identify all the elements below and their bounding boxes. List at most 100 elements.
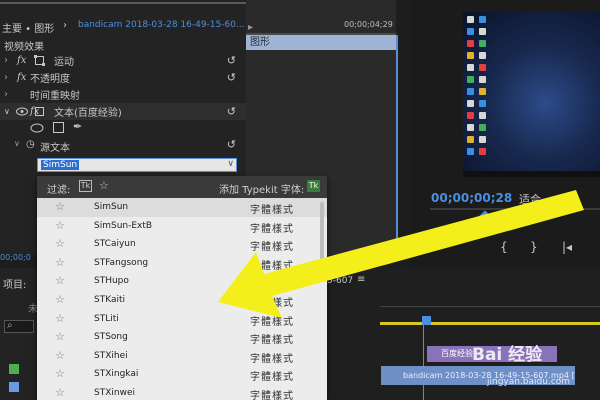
reset-icon[interactable]: ↺ xyxy=(227,54,236,67)
font-item[interactable]: ☆ STCaiyun 字體樣式 xyxy=(37,235,327,254)
star-icon[interactable]: ☆ xyxy=(55,386,65,399)
font-name: STCaiyun xyxy=(94,239,136,250)
reset-icon[interactable]: ↺ xyxy=(227,138,236,151)
font-item[interactable]: ☆ STSong 字體樣式 xyxy=(37,328,327,347)
font-sample: 字體樣式 xyxy=(250,205,294,216)
star-filter-icon[interactable]: ☆ xyxy=(99,179,109,192)
play-icon[interactable]: ▸ xyxy=(248,22,253,33)
font-item[interactable]: ☆ STFangsong 字體樣式 xyxy=(37,254,327,273)
work-area-bar[interactable] xyxy=(380,322,600,325)
font-name: STXihei xyxy=(94,350,128,361)
desktop-icon xyxy=(467,52,474,59)
star-icon[interactable]: ☆ xyxy=(55,330,65,343)
menu-icon[interactable]: ≡ xyxy=(357,274,365,285)
font-filter-bar: 过滤: Tk ☆ 添加 Typekit 字体: Tk xyxy=(37,176,327,198)
monitor-timecode[interactable]: 00;00;00;28 xyxy=(431,191,512,205)
pen-mask-icon[interactable]: ✒ xyxy=(73,120,82,133)
mark-in-icon[interactable]: { xyxy=(500,240,508,254)
font-sample: 字體樣式 xyxy=(250,260,294,272)
star-icon[interactable]: ☆ xyxy=(55,256,65,269)
star-icon[interactable]: ☆ xyxy=(55,293,65,306)
fx-icon[interactable]: fx xyxy=(17,55,26,66)
clip-label[interactable]: bandicam 2018-03-28 16-49-15-60... xyxy=(78,20,245,30)
desktop-icon xyxy=(479,88,486,95)
desktop-icon xyxy=(467,148,474,155)
desktop-icon xyxy=(479,40,486,47)
font-item[interactable]: ☆ STXinwei 字體樣式 xyxy=(37,384,327,400)
desktop-icon xyxy=(479,28,486,35)
scroll-indicator[interactable] xyxy=(396,35,398,260)
effect-row-opacity[interactable]: › fx 不透明度 ↺ xyxy=(0,69,246,86)
font-item[interactable]: ☆ STLiti 字體樣式 xyxy=(37,310,327,329)
star-icon[interactable]: ☆ xyxy=(55,219,65,232)
star-icon[interactable]: ☆ xyxy=(55,274,65,287)
monitor-scrubber[interactable] xyxy=(430,208,600,210)
timecode-end: 00;00;04;29 xyxy=(344,20,393,29)
reset-icon[interactable]: ↺ xyxy=(227,105,236,118)
font-value[interactable]: SimSun xyxy=(41,160,80,170)
fx-icon[interactable]: fx xyxy=(17,72,26,83)
playhead-handle[interactable] xyxy=(422,316,431,325)
desktop-icon xyxy=(479,52,486,59)
font-sample: 字體樣式 xyxy=(250,391,294,400)
chevron-right-icon[interactable]: › xyxy=(4,89,8,100)
effect-row-time-remap[interactable]: › 时间重映射 xyxy=(0,86,246,103)
add-typekit-label: 添加 Typekit 字体: xyxy=(219,185,305,196)
chevron-down-icon[interactable]: ∨ xyxy=(4,107,10,116)
effect-label: 文本(百度经验) xyxy=(54,108,122,119)
font-name: STXingkai xyxy=(94,369,139,380)
source-label[interactable]: 主要 • 图形 xyxy=(2,20,54,35)
step-back-icon[interactable]: |◂ xyxy=(562,240,572,254)
sequence-name[interactable]: 5-607 xyxy=(327,276,353,286)
font-list-scrollbar[interactable] xyxy=(320,202,324,262)
baidu-watermark-url: jingyan.baidu.com xyxy=(487,377,571,387)
baidu-watermark: Bai 经验 xyxy=(472,345,543,365)
desktop-icon xyxy=(479,16,486,23)
chevron-down-icon[interactable]: ∨ xyxy=(14,139,20,148)
font-sample: 字體樣式 xyxy=(250,298,294,309)
desktop-icon xyxy=(479,100,486,107)
rectangle-mask-icon[interactable] xyxy=(53,122,64,133)
star-icon[interactable]: ☆ xyxy=(55,349,65,362)
fit-dropdown[interactable]: 适合 xyxy=(519,191,541,207)
label-color-swatch xyxy=(9,364,19,374)
chevron-down-icon[interactable]: ∨ xyxy=(227,159,234,169)
graphic-clip[interactable]: 图形 xyxy=(246,35,396,50)
font-item[interactable]: ☆ STHupo 字體樣式 xyxy=(37,272,327,291)
font-sample: 字體樣式 xyxy=(250,353,294,365)
effect-row-text[interactable]: ∨ fx 文本(百度经验) ↺ xyxy=(0,103,246,120)
eye-icon[interactable] xyxy=(16,107,28,116)
effect-row-motion[interactable]: › fx 运动 ↺ xyxy=(0,52,246,69)
desktop-icon xyxy=(479,76,486,83)
star-icon[interactable]: ☆ xyxy=(55,200,65,213)
chevron-right-icon[interactable]: › xyxy=(4,55,8,66)
stopwatch-icon[interactable]: ◷ xyxy=(26,139,35,150)
star-icon[interactable]: ☆ xyxy=(55,237,65,250)
font-item[interactable]: ☆ SimSun-ExtB 字體樣式 xyxy=(37,217,327,236)
desktop-icon xyxy=(467,28,474,35)
chevron-down-icon[interactable]: ∨ xyxy=(568,192,575,202)
font-family-dropdown[interactable]: SimSun ∨ xyxy=(37,158,237,172)
desktop-icon xyxy=(479,64,486,71)
star-icon[interactable]: ☆ xyxy=(55,367,65,380)
panel-tab-strip xyxy=(0,0,246,4)
font-item[interactable]: ☆ STXingkai 字體樣式 xyxy=(37,365,327,384)
reset-icon[interactable]: ↺ xyxy=(227,71,236,84)
font-sample: 字體樣式 xyxy=(250,372,294,384)
transform-icon xyxy=(34,55,45,66)
chevron-right-icon[interactable]: › xyxy=(4,72,8,83)
font-item[interactable]: ☆ STKaiti 字體樣式 xyxy=(37,291,327,310)
ellipse-mask-icon[interactable] xyxy=(30,123,44,133)
mark-out-icon[interactable]: } xyxy=(530,240,538,254)
font-name: SimSun xyxy=(94,202,129,212)
project-label[interactable]: 项目: xyxy=(3,276,26,291)
desktop-icon xyxy=(467,136,474,143)
star-icon[interactable]: ☆ xyxy=(55,312,65,325)
add-typekit-icon[interactable]: Tk xyxy=(307,180,320,192)
font-sample: 字體樣式 xyxy=(250,223,294,235)
desktop-icon xyxy=(467,16,474,23)
desktop-icon xyxy=(467,76,474,83)
font-item[interactable]: ☆ STXihei 字體樣式 xyxy=(37,347,327,366)
font-item[interactable]: ☆ SimSun 字體樣式 xyxy=(37,198,327,217)
typekit-filter-icon[interactable]: Tk xyxy=(79,180,92,192)
